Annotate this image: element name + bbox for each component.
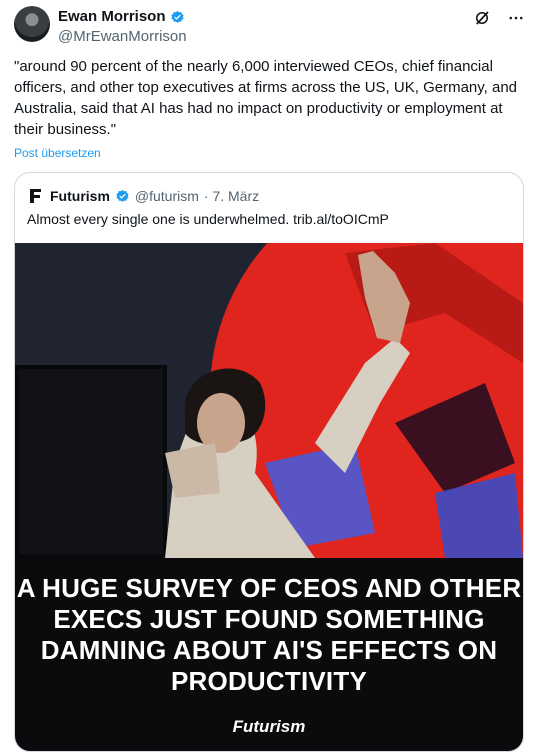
article-brand: Futurism: [232, 717, 306, 736]
author-handle[interactable]: @MrEwanMorrison: [58, 27, 187, 47]
avatar[interactable]: [14, 6, 50, 42]
tweet-author: Ewan Morrison @MrEwanMorrison: [58, 8, 187, 47]
verified-badge-icon: [170, 10, 184, 23]
article-photo: [15, 243, 523, 558]
quoted-author-handle[interactable]: @futurism: [135, 188, 199, 204]
more-options-icon[interactable]: [506, 8, 526, 28]
tweet: Ewan Morrison @MrEwanMorrison "around 90…: [0, 0, 540, 755]
author-name[interactable]: Ewan Morrison: [58, 8, 166, 26]
quoted-tweet[interactable]: Futurism @futurism · 7. März Almost ever…: [14, 172, 524, 752]
quoted-author-name[interactable]: Futurism: [50, 188, 110, 204]
futurism-logo-icon: [27, 187, 45, 205]
article-headline: A HUGE SURVEY OF CEOS AND OTHER EXECS JU…: [16, 573, 522, 696]
verified-badge-icon: [116, 189, 129, 202]
article-card-image[interactable]: A HUGE SURVEY OF CEOS AND OTHER EXECS JU…: [15, 243, 523, 751]
quoted-tweet-text: Almost every single one is underwhelmed.…: [27, 211, 389, 227]
tweet-actions-top: [472, 8, 526, 28]
translate-link[interactable]: Post übersetzen: [14, 146, 101, 160]
quoted-date[interactable]: · 7. März: [204, 188, 259, 204]
quoted-tweet-header: Futurism @futurism · 7. März: [27, 187, 259, 205]
grok-icon[interactable]: [472, 8, 492, 28]
tweet-text: "around 90 percent of the nearly 6,000 i…: [14, 58, 517, 138]
